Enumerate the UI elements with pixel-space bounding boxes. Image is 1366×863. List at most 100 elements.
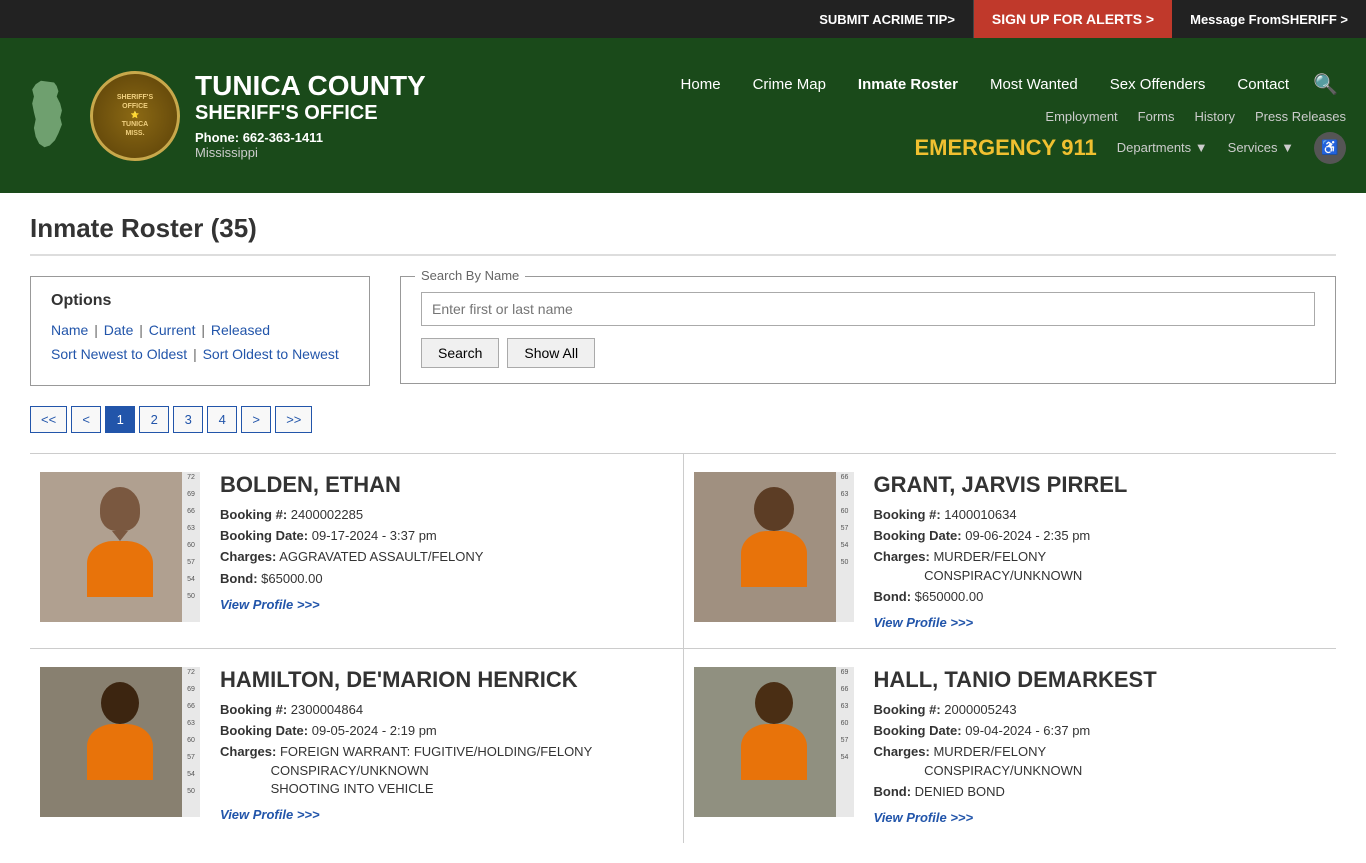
page-1[interactable]: 1	[105, 406, 135, 433]
charges: Charges: MURDER/FELONY CONSPIRACY/UNKNOW…	[874, 743, 1327, 779]
main-content: Inmate Roster (35) Options Name | Date |…	[0, 193, 1366, 863]
inmate-info-hamilton: HAMILTON, DE'MARION HENRICK Booking #: 2…	[220, 667, 673, 822]
nav-crime-map[interactable]: Crime Map	[737, 68, 842, 101]
page-4[interactable]: 4	[207, 406, 237, 433]
inmate-info-grant: GRANT, JARVIS PIRREL Booking #: 14000106…	[874, 472, 1327, 630]
page-last[interactable]: >>	[275, 406, 312, 433]
options-filter-links: Name | Date | Current | Released	[51, 322, 349, 338]
departments-dropdown[interactable]: Departments ▼	[1117, 140, 1208, 155]
charges: Charges: MURDER/FELONY CONSPIRACY/UNKNOW…	[874, 548, 1327, 584]
nav-inmate-roster[interactable]: Inmate Roster	[842, 68, 974, 101]
phone-info: Phone: 662-363-1411	[195, 130, 426, 145]
state-map-icon	[20, 79, 75, 152]
nav-contact[interactable]: Contact	[1221, 68, 1305, 101]
filter-date[interactable]: Date	[104, 322, 134, 338]
nav-press-releases[interactable]: Press Releases	[1255, 109, 1346, 124]
inmate-photo-hall: 696663605754	[694, 667, 854, 817]
booking-num: Booking #: 2300004864	[220, 701, 673, 719]
sheriff-bar[interactable]: Message From SHERIFF >	[1172, 12, 1366, 27]
booking-num: Booking #: 2000005243	[874, 701, 1327, 719]
inmate-row: 7269666360575450 HAMILTON, DE'MARION HEN…	[30, 648, 1336, 843]
booking-date: Booking Date: 09-17-2024 - 3:37 pm	[220, 527, 673, 545]
pagination: << < 1 2 3 4 > >>	[30, 406, 1336, 433]
inmate-name: HALL, TANIO DEMARKEST	[874, 667, 1327, 693]
page-prev[interactable]: <	[71, 406, 101, 433]
sheriff-badge: SHERIFF'SOFFICE⭐TUNICAMISS.	[90, 71, 180, 161]
options-title: Options	[51, 292, 349, 310]
inmate-name: BOLDEN, ETHAN	[220, 472, 673, 498]
services-dropdown[interactable]: Services ▼	[1228, 140, 1294, 155]
inmate-photo-bolden: 7269666360575450	[40, 472, 200, 622]
emergency-bar: EMERGENCY 911 Departments ▼ Services ▼ ♿	[914, 132, 1346, 164]
search-icon-btn[interactable]: 🔍	[1305, 68, 1346, 101]
search-buttons: Search Show All	[421, 338, 1315, 368]
header: SHERIFF'SOFFICE⭐TUNICAMISS. TUNICA COUNT…	[0, 38, 1366, 193]
crime-tip-suffix: >	[947, 12, 955, 27]
emergency-label: EMERGENCY 911	[914, 135, 1096, 161]
crime-tip-prefix: SUBMIT A	[819, 12, 881, 27]
inmate-card-bolden: 7269666360575450 BOLDEN, ETHAN Booking #…	[30, 454, 683, 648]
bond: Bond: $65000.00	[220, 570, 673, 588]
page-title: Inmate Roster (35)	[30, 213, 1336, 256]
search-legend: Search By Name	[415, 268, 525, 283]
search-button[interactable]: Search	[421, 338, 499, 368]
crime-tip-bar[interactable]: SUBMIT A CRIME TIP >	[801, 0, 974, 38]
nav-forms[interactable]: Forms	[1138, 109, 1175, 124]
options-search-row: Options Name | Date | Current | Released…	[30, 276, 1336, 386]
inmate-name: HAMILTON, DE'MARION HENRICK	[220, 667, 673, 693]
view-profile-hall[interactable]: View Profile >>>	[874, 810, 974, 825]
page-next[interactable]: >	[241, 406, 271, 433]
inmate-card-hall: 696663605754 HALL, TANIO DEMARKEST Booki…	[684, 649, 1337, 843]
booking-date: Booking Date: 09-04-2024 - 6:37 pm	[874, 722, 1327, 740]
inmate-photo-hamilton: 7269666360575450	[40, 667, 200, 817]
brand: SHERIFF'SOFFICE⭐TUNICAMISS. TUNICA COUNT…	[20, 71, 426, 161]
inmate-row: 7269666360575450 BOLDEN, ETHAN Booking #…	[30, 453, 1336, 648]
main-nav: Home Crime Map Inmate Roster Most Wanted…	[665, 68, 1346, 101]
page-3[interactable]: 3	[173, 406, 203, 433]
alerts-bar[interactable]: SIGN UP FOR ALERTS >	[974, 0, 1172, 38]
state-label: Mississippi	[195, 145, 426, 160]
inmate-name: GRANT, JARVIS PIRREL	[874, 472, 1327, 498]
search-box: Search By Name Search Show All	[400, 276, 1336, 384]
booking-date: Booking Date: 09-05-2024 - 2:19 pm	[220, 722, 673, 740]
booking-num: Booking #: 1400010634	[874, 506, 1327, 524]
secondary-nav: Employment Forms History Press Releases	[1045, 109, 1346, 124]
view-profile-grant[interactable]: View Profile >>>	[874, 615, 974, 630]
inmate-card-grant: 666360575450 GRANT, JARVIS PIRREL Bookin…	[684, 454, 1337, 648]
booking-date: Booking Date: 09-06-2024 - 2:35 pm	[874, 527, 1327, 545]
view-profile-hamilton[interactable]: View Profile >>>	[220, 807, 320, 822]
inmate-info-hall: HALL, TANIO DEMARKEST Booking #: 2000005…	[874, 667, 1327, 825]
sort-oldest[interactable]: Sort Oldest to Newest	[203, 346, 339, 362]
nav-home[interactable]: Home	[665, 68, 737, 101]
nav-employment[interactable]: Employment	[1045, 109, 1117, 124]
brand-text: TUNICA COUNTY SHERIFF'S OFFICE Phone: 66…	[195, 71, 426, 160]
nav-history[interactable]: History	[1195, 109, 1235, 124]
nav-most-wanted[interactable]: Most Wanted	[974, 68, 1094, 101]
bond: Bond: DENIED BOND	[874, 783, 1327, 801]
options-sort-links: Sort Newest to Oldest | Sort Oldest to N…	[51, 346, 349, 362]
county-name: TUNICA COUNTY	[195, 71, 426, 102]
page-2[interactable]: 2	[139, 406, 169, 433]
nav-sex-offenders[interactable]: Sex Offenders	[1094, 68, 1222, 101]
filter-current[interactable]: Current	[149, 322, 196, 338]
charges: Charges: AGGRAVATED ASSAULT/FELONY	[220, 548, 673, 566]
inmate-info-bolden: BOLDEN, ETHAN Booking #: 2400002285 Book…	[220, 472, 673, 612]
options-box: Options Name | Date | Current | Released…	[30, 276, 370, 386]
inmate-grid: 7269666360575450 BOLDEN, ETHAN Booking #…	[30, 453, 1336, 843]
bond: Bond: $650000.00	[874, 588, 1327, 606]
search-input[interactable]	[421, 292, 1315, 326]
show-all-button[interactable]: Show All	[507, 338, 595, 368]
view-profile-bolden[interactable]: View Profile >>>	[220, 597, 320, 612]
booking-num: Booking #: 2400002285	[220, 506, 673, 524]
crime-tip-link[interactable]: CRIME TIP	[882, 12, 948, 27]
accessibility-button[interactable]: ♿	[1314, 132, 1346, 164]
office-name: SHERIFF'S OFFICE	[195, 102, 426, 124]
header-nav: Home Crime Map Inmate Roster Most Wanted…	[426, 68, 1346, 164]
top-bar: SUBMIT A CRIME TIP > SIGN UP FOR ALERTS …	[0, 0, 1366, 38]
inmate-card-hamilton: 7269666360575450 HAMILTON, DE'MARION HEN…	[30, 649, 683, 843]
page-first[interactable]: <<	[30, 406, 67, 433]
charges: Charges: FOREIGN WARRANT: FUGITIVE/HOLDI…	[220, 743, 673, 798]
filter-name[interactable]: Name	[51, 322, 88, 338]
filter-released[interactable]: Released	[211, 322, 270, 338]
sort-newest[interactable]: Sort Newest to Oldest	[51, 346, 187, 362]
